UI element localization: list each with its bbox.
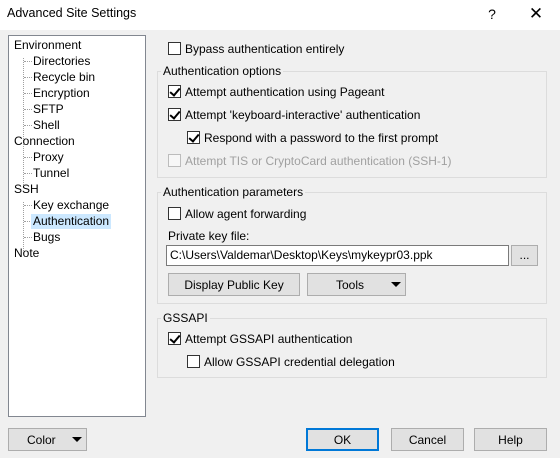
private-key-input[interactable]: C:\Users\Valdemar\Desktop\Keys\mykeypr03…: [166, 245, 509, 266]
respond-password-checkbox[interactable]: Respond with a password to the first pro…: [187, 131, 438, 147]
respond-password-label: Respond with a password to the first pro…: [204, 131, 439, 145]
keyboard-interactive-label: Attempt 'keyboard-interactive' authentic…: [185, 108, 421, 122]
chevron-down-icon: [391, 282, 401, 287]
checkbox-box[interactable]: [168, 85, 181, 98]
gssapi-attempt-label: Attempt GSSAPI authentication: [185, 332, 353, 346]
tree-item-ssh[interactable]: SSH: [12, 182, 41, 197]
tree-item-connection[interactable]: Connection: [12, 134, 77, 149]
tis-label: Attempt TIS or CryptoCard authentication…: [185, 154, 452, 168]
browse-button[interactable]: ...: [511, 245, 538, 266]
display-public-key-button[interactable]: Display Public Key: [168, 273, 300, 296]
checkbox-box[interactable]: [187, 355, 200, 368]
tree-item-recycle-bin[interactable]: Recycle bin: [31, 70, 97, 85]
tree-item-authentication[interactable]: Authentication: [31, 214, 112, 229]
tree-item-note[interactable]: Note: [12, 246, 41, 261]
pageant-checkbox[interactable]: Attempt authentication using Pageant: [168, 85, 384, 101]
bypass-auth-label: Bypass authentication entirely: [185, 42, 345, 56]
checkbox-box: [168, 154, 181, 167]
keyboard-interactive-checkbox[interactable]: Attempt 'keyboard-interactive' authentic…: [168, 108, 420, 124]
tree-item-key-exchange[interactable]: Key exchange: [31, 198, 111, 213]
tree-item-environment[interactable]: Environment: [12, 38, 83, 53]
tis-checkbox: Attempt TIS or CryptoCard authentication…: [168, 154, 452, 170]
checkbox-box[interactable]: [168, 108, 181, 121]
tools-dropdown-button[interactable]: Tools: [307, 273, 406, 296]
bypass-auth-checkbox[interactable]: Bypass authentication entirely: [168, 42, 344, 58]
gssapi-delegation-label: Allow GSSAPI credential delegation: [204, 355, 395, 369]
help-icon[interactable]: ?: [478, 3, 506, 25]
title-bar: Advanced Site Settings ? ✕: [0, 0, 560, 30]
tree-item-encryption[interactable]: Encryption: [31, 86, 92, 101]
cancel-button[interactable]: Cancel: [391, 428, 464, 451]
agent-forwarding-checkbox[interactable]: Allow agent forwarding: [168, 207, 306, 223]
tree-connector: [23, 202, 24, 251]
pageant-label: Attempt authentication using Pageant: [185, 85, 385, 99]
checkbox-box[interactable]: [168, 42, 181, 55]
chevron-down-icon: [72, 437, 82, 442]
close-icon[interactable]: ✕: [518, 2, 554, 26]
help-button[interactable]: Help: [474, 428, 547, 451]
ok-button[interactable]: OK: [306, 428, 379, 451]
tree-item-tunnel[interactable]: Tunnel: [31, 166, 71, 181]
checkbox-box[interactable]: [168, 332, 181, 345]
tree-item-shell[interactable]: Shell: [31, 118, 62, 133]
checkbox-box[interactable]: [168, 207, 181, 220]
gssapi-attempt-checkbox[interactable]: Attempt GSSAPI authentication: [168, 332, 352, 348]
tree-item-proxy[interactable]: Proxy: [31, 150, 66, 165]
settings-tree[interactable]: Environment Directories Recycle bin Encr…: [8, 35, 146, 417]
color-label: Color: [27, 433, 56, 447]
gssapi-delegation-checkbox[interactable]: Allow GSSAPI credential delegation: [187, 355, 395, 371]
checkbox-box[interactable]: [187, 131, 200, 144]
tree-item-directories[interactable]: Directories: [31, 54, 92, 69]
tools-label: Tools: [336, 278, 365, 292]
tree-item-bugs[interactable]: Bugs: [31, 230, 62, 245]
tree-item-sftp[interactable]: SFTP: [31, 102, 66, 117]
auth-params-title: Authentication parameters: [161, 185, 306, 199]
agent-forwarding-label: Allow agent forwarding: [185, 207, 307, 221]
window-title: Advanced Site Settings: [7, 6, 137, 20]
gssapi-title: GSSAPI: [161, 311, 210, 325]
color-dropdown-button[interactable]: Color: [8, 428, 87, 451]
auth-options-title: Authentication options: [161, 64, 284, 78]
private-key-label: Private key file:: [168, 229, 250, 243]
